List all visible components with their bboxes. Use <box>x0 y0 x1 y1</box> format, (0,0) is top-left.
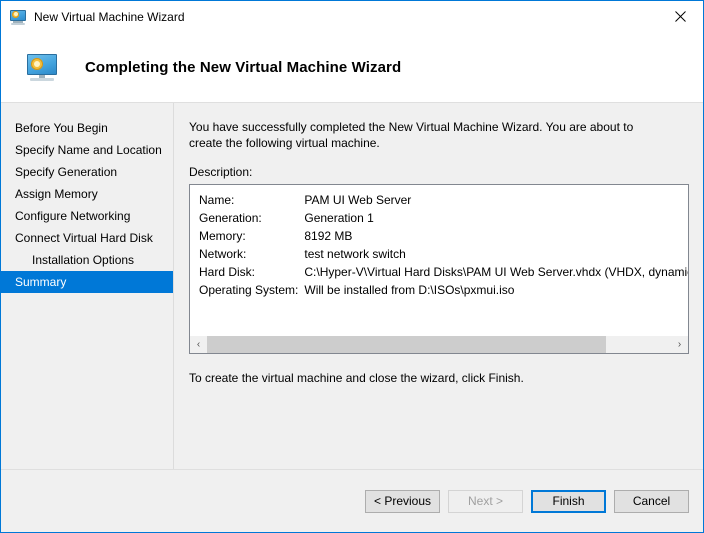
summary-panel: Name: PAM UI Web Server Generation: Gene… <box>189 184 689 354</box>
summary-value: Will be installed from D:\ISOs\pxmui.iso <box>304 283 688 301</box>
wizard-header: Completing the New Virtual Machine Wizar… <box>1 32 703 103</box>
chevron-left-glyph: ‹ <box>197 340 200 350</box>
summary-key: Network: <box>199 247 304 265</box>
virtual-machine-icon <box>10 9 26 25</box>
sidebar-item-connect-virtual-hard-disk[interactable]: Connect Virtual Hard Disk <box>1 227 173 249</box>
sidebar-item-specify-generation[interactable]: Specify Generation <box>1 161 173 183</box>
table-row: Memory: 8192 MB <box>199 229 688 247</box>
sidebar-item-assign-memory[interactable]: Assign Memory <box>1 183 173 205</box>
summary-key: Hard Disk: <box>199 265 304 283</box>
scroll-left-icon[interactable]: ‹ <box>190 336 207 353</box>
wizard-content: You have successfully completed the New … <box>174 103 703 469</box>
new-virtual-machine-wizard-window: New Virtual Machine Wizard Completing th… <box>0 0 704 533</box>
title-bar: New Virtual Machine Wizard <box>1 1 703 32</box>
summary-scroll-area: Name: PAM UI Web Server Generation: Gene… <box>190 185 688 335</box>
summary-key: Memory: <box>199 229 304 247</box>
table-row: Generation: Generation 1 <box>199 211 688 229</box>
chevron-right-glyph: › <box>678 340 681 350</box>
summary-value: test network switch <box>304 247 688 265</box>
page-title: Completing the New Virtual Machine Wizar… <box>85 59 401 76</box>
scroll-right-icon[interactable]: › <box>671 336 688 353</box>
table-row: Operating System: Will be installed from… <box>199 283 688 301</box>
next-button: Next > <box>448 490 523 513</box>
window-title: New Virtual Machine Wizard <box>34 10 185 24</box>
summary-table: Name: PAM UI Web Server Generation: Gene… <box>199 193 688 301</box>
summary-key: Name: <box>199 193 304 211</box>
table-row: Hard Disk: C:\Hyper-V\Virtual Hard Disks… <box>199 265 688 283</box>
virtual-machine-icon <box>26 51 58 83</box>
sidebar-item-installation-options[interactable]: Installation Options <box>1 249 173 271</box>
horizontal-scrollbar[interactable]: ‹ › <box>190 335 688 353</box>
closing-instruction: To create the virtual machine and close … <box>189 371 686 385</box>
sidebar-item-specify-name-and-location[interactable]: Specify Name and Location <box>1 139 173 161</box>
summary-value: Generation 1 <box>304 211 688 229</box>
sidebar-item-configure-networking[interactable]: Configure Networking <box>1 205 173 227</box>
close-icon[interactable] <box>658 1 703 31</box>
summary-value: PAM UI Web Server <box>304 193 688 211</box>
previous-button[interactable]: < Previous <box>365 490 440 513</box>
scrollbar-thumb[interactable] <box>207 336 606 353</box>
scrollbar-track[interactable] <box>207 336 671 353</box>
intro-text: You have successfully completed the New … <box>189 119 654 151</box>
sidebar-item-summary[interactable]: Summary <box>1 271 173 293</box>
summary-value: C:\Hyper-V\Virtual Hard Disks\PAM UI Web… <box>304 265 688 283</box>
table-row: Name: PAM UI Web Server <box>199 193 688 211</box>
summary-value: 8192 MB <box>304 229 688 247</box>
description-label: Description: <box>189 165 686 179</box>
table-row: Network: test network switch <box>199 247 688 265</box>
wizard-steps-sidebar: Before You Begin Specify Name and Locati… <box>1 103 174 469</box>
sidebar-item-before-you-begin[interactable]: Before You Begin <box>1 117 173 139</box>
summary-key: Operating System: <box>199 283 304 301</box>
wizard-body: Before You Begin Specify Name and Locati… <box>1 103 703 469</box>
wizard-footer: < Previous Next > Finish Cancel <box>1 469 703 532</box>
cancel-button[interactable]: Cancel <box>614 490 689 513</box>
finish-button[interactable]: Finish <box>531 490 606 513</box>
summary-key: Generation: <box>199 211 304 229</box>
